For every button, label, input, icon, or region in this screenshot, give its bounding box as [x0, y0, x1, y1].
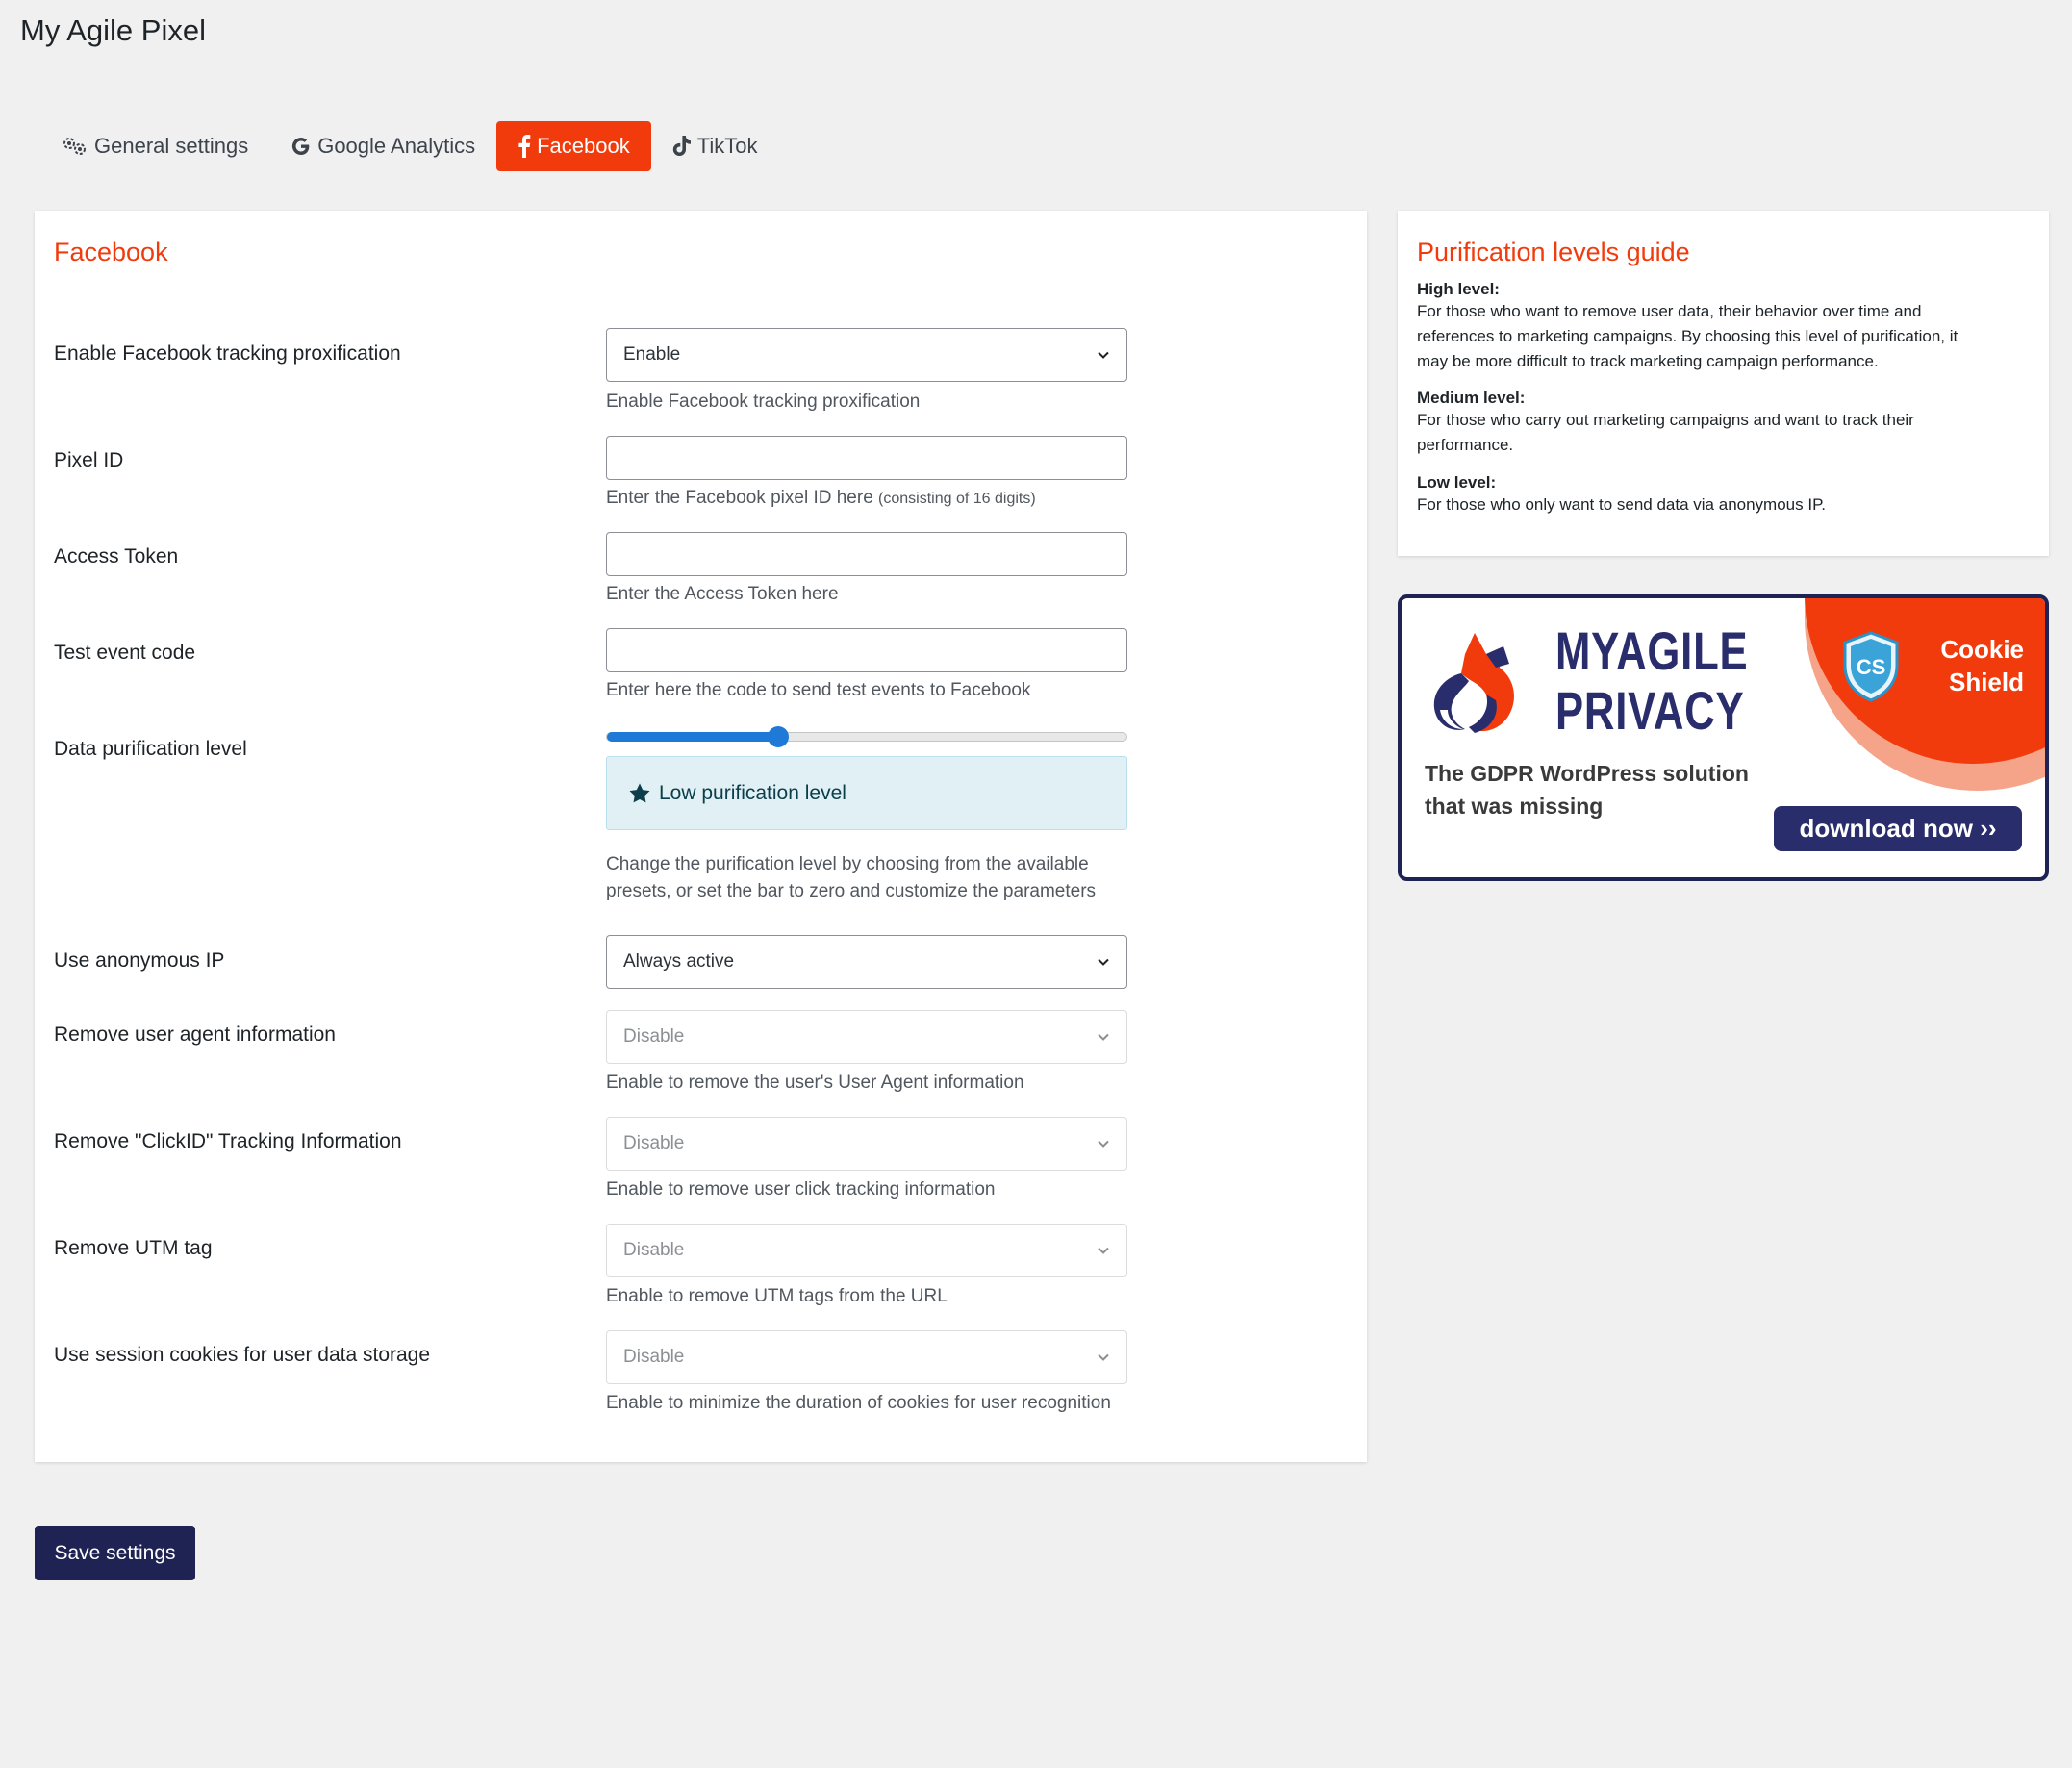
- pixel-id-input[interactable]: [606, 436, 1127, 480]
- pixel-id-description: Enter the Facebook pixel ID here (consis…: [606, 485, 1036, 513]
- slider-fill: [607, 732, 779, 742]
- star-icon: [628, 782, 651, 805]
- user-agent-description: Enable to remove the user's User Agent i…: [606, 1073, 1024, 1093]
- access-token-label: Access Token: [54, 545, 179, 568]
- select-value: Enable: [623, 344, 681, 365]
- purification-level-text: Low purification level: [659, 781, 846, 804]
- tab-label: General settings: [94, 134, 249, 158]
- click-id-select[interactable]: Disable: [606, 1117, 1127, 1171]
- session-cookies-select[interactable]: Disable: [606, 1330, 1127, 1384]
- session-cookies-description: Enable to minimize the duration of cooki…: [606, 1393, 1111, 1413]
- guide-title: Purification levels guide: [1417, 238, 1690, 266]
- page-title: My Agile Pixel: [20, 13, 206, 47]
- guide-level-heading: Medium level:: [1417, 389, 1526, 407]
- select-value: Disable: [623, 1240, 685, 1260]
- badge-line: Shield: [1948, 668, 2024, 696]
- download-now-button[interactable]: download now ››: [1774, 806, 2022, 851]
- tab-facebook[interactable]: Facebook: [496, 121, 651, 171]
- settings-tabs: General settings Google Analytics Facebo…: [40, 121, 778, 171]
- tagline-line: that was missing: [1425, 794, 1604, 819]
- utm-select[interactable]: Disable: [606, 1224, 1127, 1277]
- purification-description-line: presets, or set the bar to zero and cust…: [606, 881, 1097, 901]
- badge-line: Cookie: [1940, 635, 2024, 664]
- session-cookies-label: Use session cookies for user data storag…: [54, 1344, 431, 1366]
- chevron-down-icon: [1097, 1030, 1110, 1044]
- facebook-icon: [518, 135, 531, 158]
- tiktok-icon: [672, 136, 692, 157]
- proxification-select[interactable]: Enable: [606, 328, 1127, 382]
- chevron-down-icon: [1097, 1137, 1110, 1150]
- chevron-down-icon: [1097, 1244, 1110, 1257]
- guide-level-high: High level: For those who want to remove…: [1417, 280, 2033, 374]
- guide-level-low: Low level: For those who only want to se…: [1417, 473, 2033, 518]
- guide-level-line: For those who want to remove user data, …: [1417, 302, 1922, 320]
- pixel-id-description-text: Enter the Facebook pixel ID here: [606, 488, 873, 508]
- access-token-description: Enter the Access Token here: [606, 584, 839, 604]
- purification-description: Change the purification level by choosin…: [606, 851, 1096, 905]
- gears-icon: [62, 136, 88, 157]
- chevron-down-icon: [1097, 1351, 1110, 1364]
- slider-thumb[interactable]: [768, 726, 790, 747]
- test-event-description: Enter here the code to send test events …: [606, 680, 1031, 700]
- test-event-input[interactable]: [606, 628, 1127, 672]
- guide-level-line: For those who only want to send data via…: [1417, 495, 1826, 514]
- guide-level-line: For those who carry out marketing campai…: [1417, 411, 1914, 429]
- select-value: Disable: [623, 1026, 685, 1047]
- fox-logo-icon: [1433, 633, 1514, 733]
- select-value: Disable: [623, 1133, 685, 1153]
- test-event-label: Test event code: [54, 642, 196, 664]
- guide-level-heading: High level:: [1417, 280, 1500, 298]
- tab-tiktok[interactable]: TikTok: [651, 121, 779, 171]
- access-token-input[interactable]: [606, 532, 1127, 576]
- pixel-id-label: Pixel ID: [54, 449, 124, 471]
- user-agent-label: Remove user agent information: [54, 1023, 336, 1046]
- select-value: Disable: [623, 1347, 685, 1367]
- banner-tagline: The GDPR WordPress solution that was mis…: [1425, 757, 1749, 822]
- tab-label: TikTok: [696, 134, 758, 158]
- purification-level-box: Low purification level: [606, 756, 1127, 830]
- google-icon: [291, 136, 312, 157]
- cookie-shield-badge: Cookie Shield: [1940, 633, 2024, 698]
- guide-level-line: performance.: [1417, 436, 1514, 454]
- save-settings-button[interactable]: Save settings: [35, 1526, 195, 1580]
- card-title: Facebook: [54, 238, 168, 266]
- purification-label: Data purification level: [54, 738, 247, 760]
- shield-monogram: CS: [1857, 655, 1886, 679]
- anonymous-ip-select[interactable]: Always active: [606, 935, 1127, 989]
- brand-name-line1: MYAGILE: [1555, 620, 1749, 681]
- tagline-line: The GDPR WordPress solution: [1425, 761, 1749, 786]
- proxification-description: Enable Facebook tracking proxification: [606, 391, 921, 412]
- guide-level-heading: Low level:: [1417, 473, 1497, 492]
- tab-google-analytics[interactable]: Google Analytics: [269, 121, 496, 171]
- guide-level-medium: Medium level: For those who carry out ma…: [1417, 389, 2033, 458]
- tab-label: Google Analytics: [317, 134, 476, 158]
- guide-level-line: references to marketing campaigns. By ch…: [1417, 327, 1958, 345]
- click-id-description: Enable to remove user click tracking inf…: [606, 1179, 996, 1200]
- chevron-down-icon: [1097, 348, 1110, 362]
- guide-level-line: may be more difficult to track marketing…: [1417, 352, 1879, 370]
- chevron-down-icon: [1097, 955, 1110, 969]
- brand-name-line2: PRIVACY: [1555, 680, 1745, 741]
- user-agent-select[interactable]: Disable: [606, 1010, 1127, 1064]
- pixel-id-description-note: (consisting of 16 digits): [878, 491, 1036, 507]
- myagile-privacy-banner[interactable]: MYAGILE PRIVACY The GDPR WordPress solut…: [1398, 594, 2049, 881]
- proxification-label: Enable Facebook tracking proxification: [54, 342, 401, 365]
- utm-label: Remove UTM tag: [54, 1237, 213, 1259]
- tab-label: Facebook: [537, 134, 630, 158]
- select-value: Always active: [623, 951, 735, 972]
- purification-description-line: Change the purification level by choosin…: [606, 854, 1089, 874]
- click-id-label: Remove "ClickID" Tracking Information: [54, 1130, 402, 1152]
- purification-guide-card: Purification levels guide High level: Fo…: [1398, 211, 2049, 556]
- facebook-settings-card: Facebook Enable Facebook tracking proxif…: [35, 211, 1367, 1462]
- utm-description: Enable to remove UTM tags from the URL: [606, 1286, 948, 1306]
- purification-slider[interactable]: [606, 726, 1127, 747]
- anonymous-ip-label: Use anonymous IP: [54, 949, 225, 972]
- tab-general-settings[interactable]: General settings: [40, 121, 269, 171]
- shield-icon: CS: [1843, 631, 1899, 702]
